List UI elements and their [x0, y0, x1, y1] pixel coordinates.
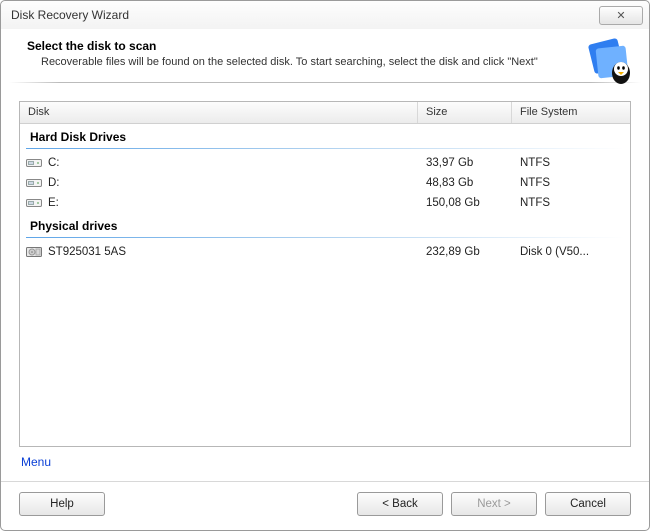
table-row[interactable]: D: 48,83 GbNTFS — [20, 173, 630, 193]
back-button[interactable]: < Back — [357, 492, 443, 516]
group-header: Hard Disk Drives — [20, 124, 630, 146]
cell-filesystem: NTFS — [512, 197, 630, 209]
column-disk[interactable]: Disk — [20, 102, 418, 123]
column-size[interactable]: Size — [418, 102, 512, 123]
group-separator — [26, 148, 624, 149]
help-button[interactable]: Help — [19, 492, 105, 516]
titlebar: Disk Recovery Wizard ✕ — [1, 1, 649, 29]
cell-filesystem: NTFS — [512, 177, 630, 189]
group-separator — [26, 237, 624, 238]
disk-label: E: — [48, 197, 59, 209]
drive-icon — [26, 157, 42, 169]
column-filesystem[interactable]: File System — [512, 102, 630, 123]
cell-disk: C: — [20, 157, 418, 169]
table-row[interactable]: C: 33,97 GbNTFS — [20, 153, 630, 173]
cell-disk: E: — [20, 197, 418, 209]
wizard-header: Select the disk to scan Recoverable file… — [1, 29, 649, 82]
close-button[interactable]: ✕ — [599, 6, 643, 25]
header-title: Select the disk to scan — [27, 39, 633, 53]
close-icon: ✕ — [616, 9, 625, 22]
footer: Help < Back Next > Cancel — [1, 481, 649, 530]
table-row[interactable]: ST925031 5AS 232,89 GbDisk 0 (V50... — [20, 242, 630, 262]
cancel-button[interactable]: Cancel — [545, 492, 631, 516]
next-button[interactable]: Next > — [451, 492, 537, 516]
drive-icon — [26, 177, 42, 189]
group-header: Physical drives — [20, 213, 630, 235]
content-area: Disk Size File System Hard Disk Drives C:… — [1, 83, 649, 481]
cell-size: 48,83 Gb — [418, 177, 512, 189]
menu-link[interactable]: Menu — [19, 447, 53, 473]
wizard-icon — [585, 37, 635, 87]
cell-size: 33,97 Gb — [418, 157, 512, 169]
column-headers: Disk Size File System — [20, 102, 630, 124]
disk-label: D: — [48, 177, 60, 189]
disk-label: C: — [48, 157, 60, 169]
physical-drive-icon — [26, 246, 42, 258]
table-row[interactable]: E: 150,08 GbNTFS — [20, 193, 630, 213]
cell-filesystem: NTFS — [512, 157, 630, 169]
drive-icon — [26, 197, 42, 209]
cell-disk: D: — [20, 177, 418, 189]
header-description: Recoverable files will be found on the s… — [27, 55, 547, 70]
window-frame: Disk Recovery Wizard ✕ Select the disk t… — [0, 0, 650, 531]
cell-size: 232,89 Gb — [418, 246, 512, 258]
window-title: Disk Recovery Wizard — [11, 8, 129, 22]
disk-list: Disk Size File System Hard Disk Drives C:… — [19, 101, 631, 447]
cell-size: 150,08 Gb — [418, 197, 512, 209]
cell-filesystem: Disk 0 (V50... — [512, 246, 630, 258]
list-body: Hard Disk DrivesC:33,97 GbNTFSD:48,83 Gb… — [20, 124, 630, 446]
cell-disk: ST925031 5AS — [20, 246, 418, 258]
disk-label: ST925031 5AS — [48, 246, 126, 258]
